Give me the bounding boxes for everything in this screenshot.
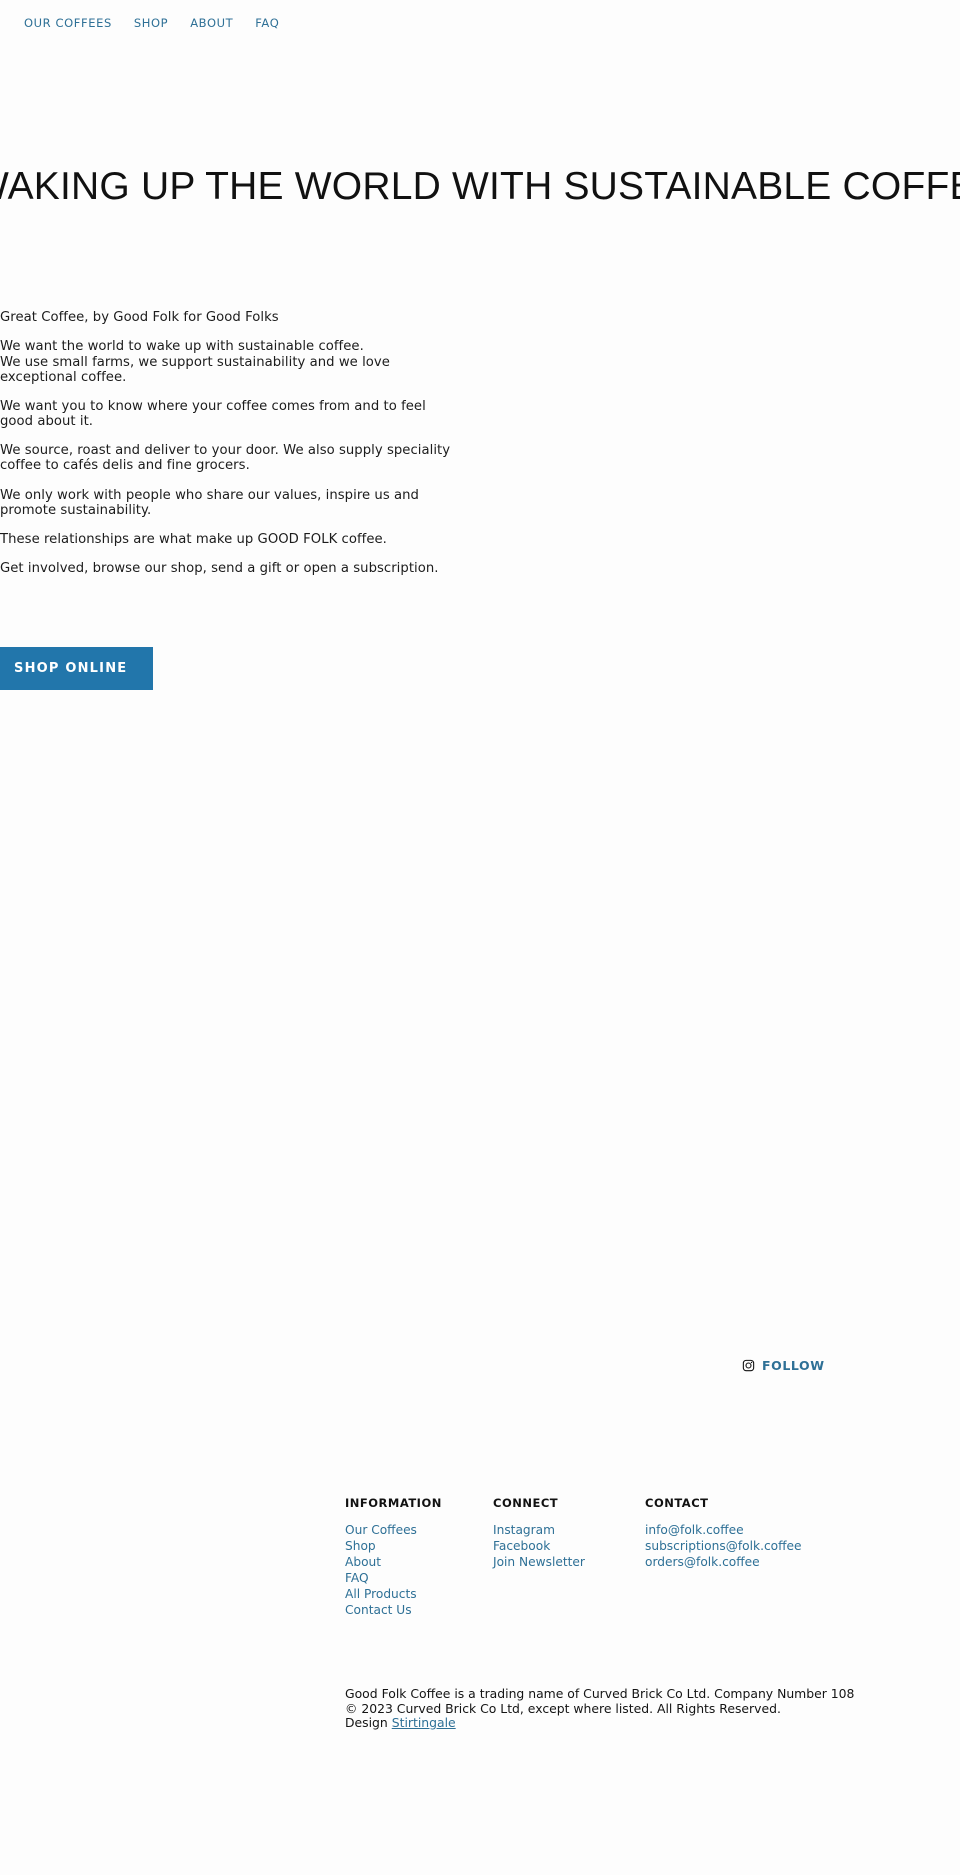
instagram-follow-link[interactable]: FOLLOW xyxy=(742,1358,825,1373)
footer-column-information: INFORMATION Our Coffees Shop About FAQ A… xyxy=(345,1496,493,1619)
intro-paragraph-5: These relationships are what make up GOO… xyxy=(0,531,387,547)
footer-email-subscriptions[interactable]: subscriptions@folk.coffee xyxy=(645,1539,905,1555)
intro-paragraph-1-line-2: We use small farms, we support sustainab… xyxy=(0,354,390,385)
intro-paragraph-1-line-1: We want the world to wake up with sustai… xyxy=(0,339,364,355)
intro-paragraph-4: We only work with people who share our v… xyxy=(0,487,419,518)
nav-item-about[interactable]: ABOUT xyxy=(190,16,233,30)
footer-link-instagram[interactable]: Instagram xyxy=(493,1523,645,1539)
legal-line-design: Design Stirtingale xyxy=(345,1715,960,1731)
intro-copy: Great Coffee, by Good Folk for Good Folk… xyxy=(0,310,452,591)
footer-columns: INFORMATION Our Coffees Shop About FAQ A… xyxy=(345,1496,960,1619)
footer-email-orders[interactable]: orders@folk.coffee xyxy=(645,1555,905,1571)
intro-paragraph-2: We want you to know where your coffee co… xyxy=(0,398,426,430)
intro-paragraph-6: Get involved, browse our shop, send a gi… xyxy=(0,561,439,577)
shop-online-button[interactable]: SHOP ONLINE xyxy=(0,647,154,690)
footer-column-contact: CONTACT info@folk.coffee subscriptions@f… xyxy=(645,1496,905,1619)
footer-link-about[interactable]: About xyxy=(345,1555,493,1571)
legal-design-prefix: Design xyxy=(345,1715,392,1731)
legal-line-copyright: © 2023 Curved Brick Co Ltd, except where… xyxy=(345,1700,781,1716)
footer-link-join-newsletter[interactable]: Join Newsletter xyxy=(493,1555,645,1571)
footer-heading-information: INFORMATION xyxy=(345,1496,442,1510)
footer-column-connect: CONNECT Instagram Facebook Join Newslett… xyxy=(493,1496,645,1619)
legal-line-company: Good Folk Coffee is a trading name of Cu… xyxy=(345,1686,855,1701)
footer-link-faq[interactable]: FAQ xyxy=(345,1571,493,1587)
nav-item-shop[interactable]: SHOP xyxy=(134,16,168,30)
footer-heading-contact: CONTACT xyxy=(645,1496,709,1510)
footer-link-contact-us[interactable]: Contact Us xyxy=(345,1603,493,1619)
instagram-icon xyxy=(742,1359,755,1372)
nav-item-our-coffees[interactable]: OUR COFFEES xyxy=(24,16,112,30)
instagram-follow-label: FOLLOW xyxy=(762,1358,825,1373)
footer-link-our-coffees[interactable]: Our Coffees xyxy=(345,1523,493,1539)
footer-email-info[interactable]: info@folk.coffee xyxy=(645,1523,905,1539)
site-footer: INFORMATION Our Coffees Shop About FAQ A… xyxy=(345,1496,960,1619)
intro-paragraph-1: We want the world to wake up with sustai… xyxy=(0,339,452,385)
intro-paragraph-3: We source, roast and deliver to your doo… xyxy=(0,443,451,474)
footer-link-all-products[interactable]: All Products xyxy=(345,1587,493,1603)
hero-heading: WAKING UP THE WORLD WITH SUSTAINABLE COF… xyxy=(0,165,960,209)
footer-link-facebook[interactable]: Facebook xyxy=(493,1539,645,1555)
nav-item-faq[interactable]: FAQ xyxy=(255,16,279,30)
footer-link-shop[interactable]: Shop xyxy=(345,1539,493,1555)
legal-text: Good Folk Coffee is a trading name of Cu… xyxy=(345,1686,960,1731)
main-navigation: OUR COFFEES SHOP ABOUT FAQ xyxy=(24,16,279,30)
footer-heading-connect: CONNECT xyxy=(493,1496,559,1510)
design-credit-link[interactable]: Stirtingale xyxy=(392,1715,456,1730)
intro-tagline: Great Coffee, by Good Folk for Good Folk… xyxy=(0,310,279,325)
